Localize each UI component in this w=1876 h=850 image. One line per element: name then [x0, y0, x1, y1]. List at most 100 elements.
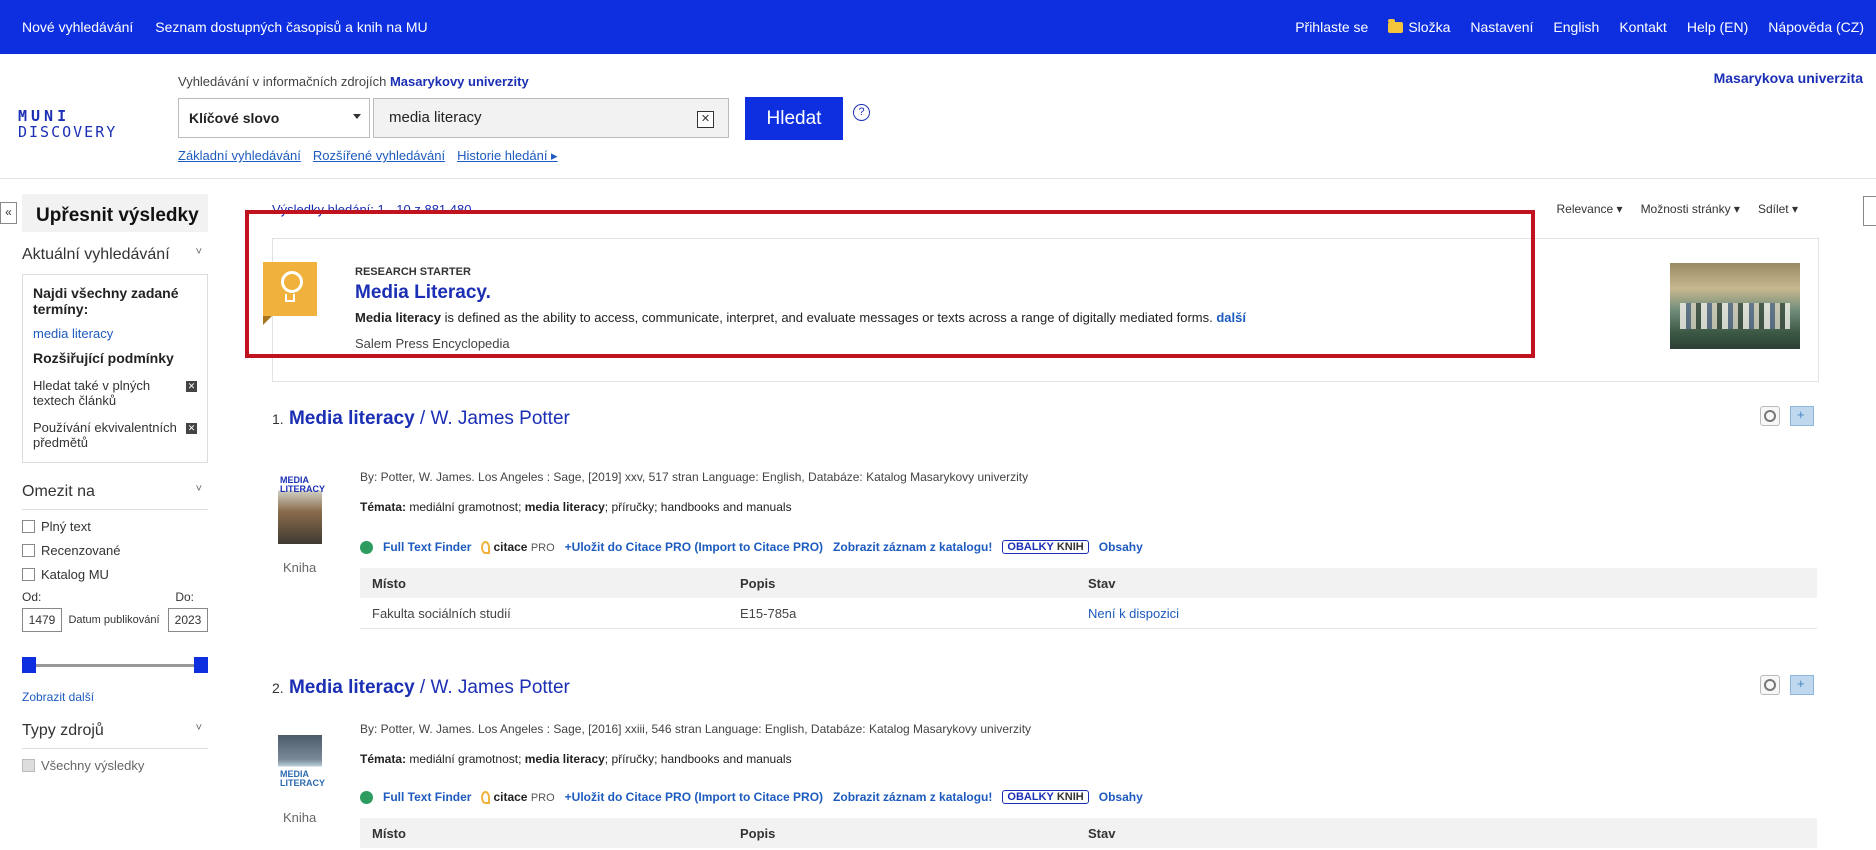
- save-citace-link[interactable]: +Uložit do Citace PRO (Import to Citace …: [565, 540, 823, 554]
- nav-new-search[interactable]: Nové vyhledávání: [22, 19, 133, 35]
- chevron-down-icon: ˅: [195, 483, 202, 495]
- all-results-option[interactable]: Všechny výsledky: [22, 758, 208, 773]
- catalog-record-link[interactable]: Zobrazit záznam z katalogu!: [833, 540, 992, 554]
- limit-catalog-label: Katalog MU: [41, 567, 109, 582]
- obalky-text: OBALKY: [1007, 541, 1054, 554]
- expander-equivalent-subjects: Používání ekvivalentních předmětů ✕: [33, 420, 199, 450]
- date-to-input[interactable]: 2023: [168, 608, 208, 632]
- contents-link[interactable]: Obsahy: [1099, 540, 1143, 554]
- current-search-label: Aktuální vyhledávání: [22, 246, 170, 263]
- highlight-annotation: [245, 210, 1535, 358]
- citace-pro-logo[interactable]: citace PRO: [481, 540, 555, 555]
- limit-to-heading[interactable]: Omezit na ˅: [22, 483, 208, 501]
- nav-folder-label: Složka: [1408, 19, 1451, 35]
- page-options-dropdown[interactable]: Možnosti stránky: [1641, 202, 1740, 216]
- preview-icon[interactable]: [1760, 675, 1780, 695]
- nav-help-cz[interactable]: Nápověda (CZ): [1768, 19, 1864, 35]
- nav-help-en[interactable]: Help (EN): [1687, 19, 1748, 35]
- holdings-row: Fakulta sociálních studií E15-785a Není …: [360, 598, 1817, 629]
- search-lead-institution: Masarykovy univerzity: [389, 74, 529, 89]
- date-slider[interactable]: [22, 656, 208, 676]
- find-all-label: Najdi všechny zadané termíny:: [33, 285, 179, 317]
- relevance-dropdown[interactable]: Relevance: [1557, 202, 1623, 216]
- date-from-input[interactable]: 1479: [22, 608, 62, 632]
- search-history-link[interactable]: Historie hledání ▸: [457, 148, 557, 164]
- citace-icon: [481, 791, 491, 805]
- slider-handle-max[interactable]: [194, 657, 208, 673]
- nav-sign-in[interactable]: Přihlaste se: [1295, 19, 1368, 35]
- record-actions: Full Text Finder citace PRO +Uložit do C…: [360, 790, 1143, 805]
- holding-callno: E15-785a: [740, 605, 797, 621]
- save-citace-link[interactable]: +Uložit do Citace PRO (Import to Citace …: [565, 790, 823, 804]
- citace-text: citace: [493, 540, 528, 554]
- clear-search-icon[interactable]: ✕: [697, 111, 714, 128]
- add-to-folder-icon[interactable]: [1790, 406, 1814, 426]
- remove-expander-icon[interactable]: ✕: [186, 423, 197, 434]
- expander-equivalent-label: Používání ekvivalentních předmětů: [33, 420, 177, 450]
- header-divider: [0, 178, 1876, 179]
- catalog-record-link[interactable]: Zobrazit záznam z katalogu!: [833, 790, 992, 804]
- collapse-right-panel-button[interactable]: [1863, 196, 1876, 226]
- source-types-heading[interactable]: Typy zdrojů ˅: [22, 722, 208, 740]
- book-cover[interactable]: MEDIA LITERACY: [278, 722, 325, 794]
- citace-pro-text: PRO: [530, 542, 555, 554]
- top-navigation-bar: Nové vyhledávání Seznam dostupných časop…: [0, 0, 1876, 54]
- current-search-heading[interactable]: Aktuální vyhledávání ˅: [22, 246, 208, 264]
- search-help-icon[interactable]: ?: [853, 104, 870, 121]
- obalky-text: OBALKY: [1007, 791, 1054, 804]
- limit-fulltext[interactable]: Plný text: [22, 519, 208, 534]
- citace-pro-logo[interactable]: citace PRO: [481, 790, 555, 805]
- preview-icon[interactable]: [1760, 406, 1780, 426]
- limit-peer-reviewed[interactable]: Recenzované: [22, 543, 208, 558]
- record-actions: Full Text Finder citace PRO +Uložit do C…: [360, 540, 1143, 555]
- holding-status-link[interactable]: Není k dispozici: [1088, 606, 1817, 621]
- institution-name: Masarykova univerzita: [1713, 70, 1863, 86]
- limit-catalog-mu[interactable]: Katalog MU: [22, 567, 208, 582]
- contents-link[interactable]: Obsahy: [1099, 790, 1143, 804]
- search-button[interactable]: Hledat: [745, 97, 843, 140]
- slider-handle-min[interactable]: [22, 657, 36, 673]
- search-sublinks: Základní vyhledávání Rozšířené vyhledává…: [178, 148, 558, 164]
- remove-expander-icon[interactable]: ✕: [186, 381, 197, 392]
- record-subjects: Témata: mediální gramotnost; media liter…: [360, 752, 792, 766]
- show-more-link[interactable]: Zobrazit další: [22, 690, 208, 704]
- holdings-header-status: Stav: [1088, 825, 1116, 841]
- checkbox[interactable]: [22, 520, 35, 533]
- basic-search-link[interactable]: Základní vyhledávání: [178, 148, 301, 164]
- slider-track: [30, 664, 200, 667]
- nav-english[interactable]: English: [1553, 19, 1599, 35]
- obalky-knih-logo[interactable]: OBALKY KNIH: [1002, 540, 1089, 555]
- nav-journals-list[interactable]: Seznam dostupných časopisů a knih na MU: [155, 19, 427, 35]
- nav-contact[interactable]: Kontakt: [1619, 19, 1666, 35]
- search-input-value: media literacy: [389, 109, 482, 126]
- record-title[interactable]: 1. Media literacy / W. James Potter: [272, 408, 570, 430]
- research-starter-photo[interactable]: [1670, 263, 1800, 349]
- nav-folder[interactable]: Složka: [1388, 18, 1451, 35]
- date-from-label: Od:: [22, 590, 42, 604]
- collapse-sidebar-button[interactable]: «: [0, 202, 17, 224]
- book-cover[interactable]: MEDIA LITERACY: [278, 472, 325, 544]
- search-lead-text: Vyhledávání v informačních zdrojích Masa…: [178, 74, 529, 89]
- source-types-label: Typy zdrojů: [22, 722, 104, 739]
- current-term-link[interactable]: media literacy: [33, 326, 199, 341]
- full-text-finder-link[interactable]: Full Text Finder: [383, 790, 471, 804]
- full-text-finder-link[interactable]: Full Text Finder: [383, 540, 471, 554]
- search-field-select[interactable]: Klíčové slovo: [178, 98, 370, 138]
- advanced-search-link[interactable]: Rozšířené vyhledávání: [313, 148, 445, 164]
- cover-text: MEDIA LITERACY: [280, 769, 325, 788]
- holdings-table: Místo Popis Stav: [360, 818, 1817, 848]
- checkbox[interactable]: [22, 759, 35, 772]
- divider: [22, 748, 208, 749]
- share-dropdown[interactable]: Sdílet: [1758, 202, 1798, 216]
- search-input[interactable]: media literacy ✕: [373, 98, 729, 138]
- checkbox[interactable]: [22, 544, 35, 557]
- muni-discovery-logo[interactable]: MUNI DISCOVERY: [18, 108, 117, 140]
- record-title[interactable]: 2. Media literacy / W. James Potter: [272, 677, 570, 699]
- add-to-folder-icon[interactable]: [1790, 675, 1814, 695]
- divider: [22, 509, 208, 510]
- refine-sidebar: Upřesnit výsledky Aktuální vyhledávání ˅…: [22, 194, 208, 773]
- obalky-knih-logo[interactable]: OBALKY KNIH: [1002, 790, 1089, 805]
- checkbox[interactable]: [22, 568, 35, 581]
- nav-settings[interactable]: Nastavení: [1470, 19, 1533, 35]
- record-title-bold: Media literacy: [288, 677, 415, 698]
